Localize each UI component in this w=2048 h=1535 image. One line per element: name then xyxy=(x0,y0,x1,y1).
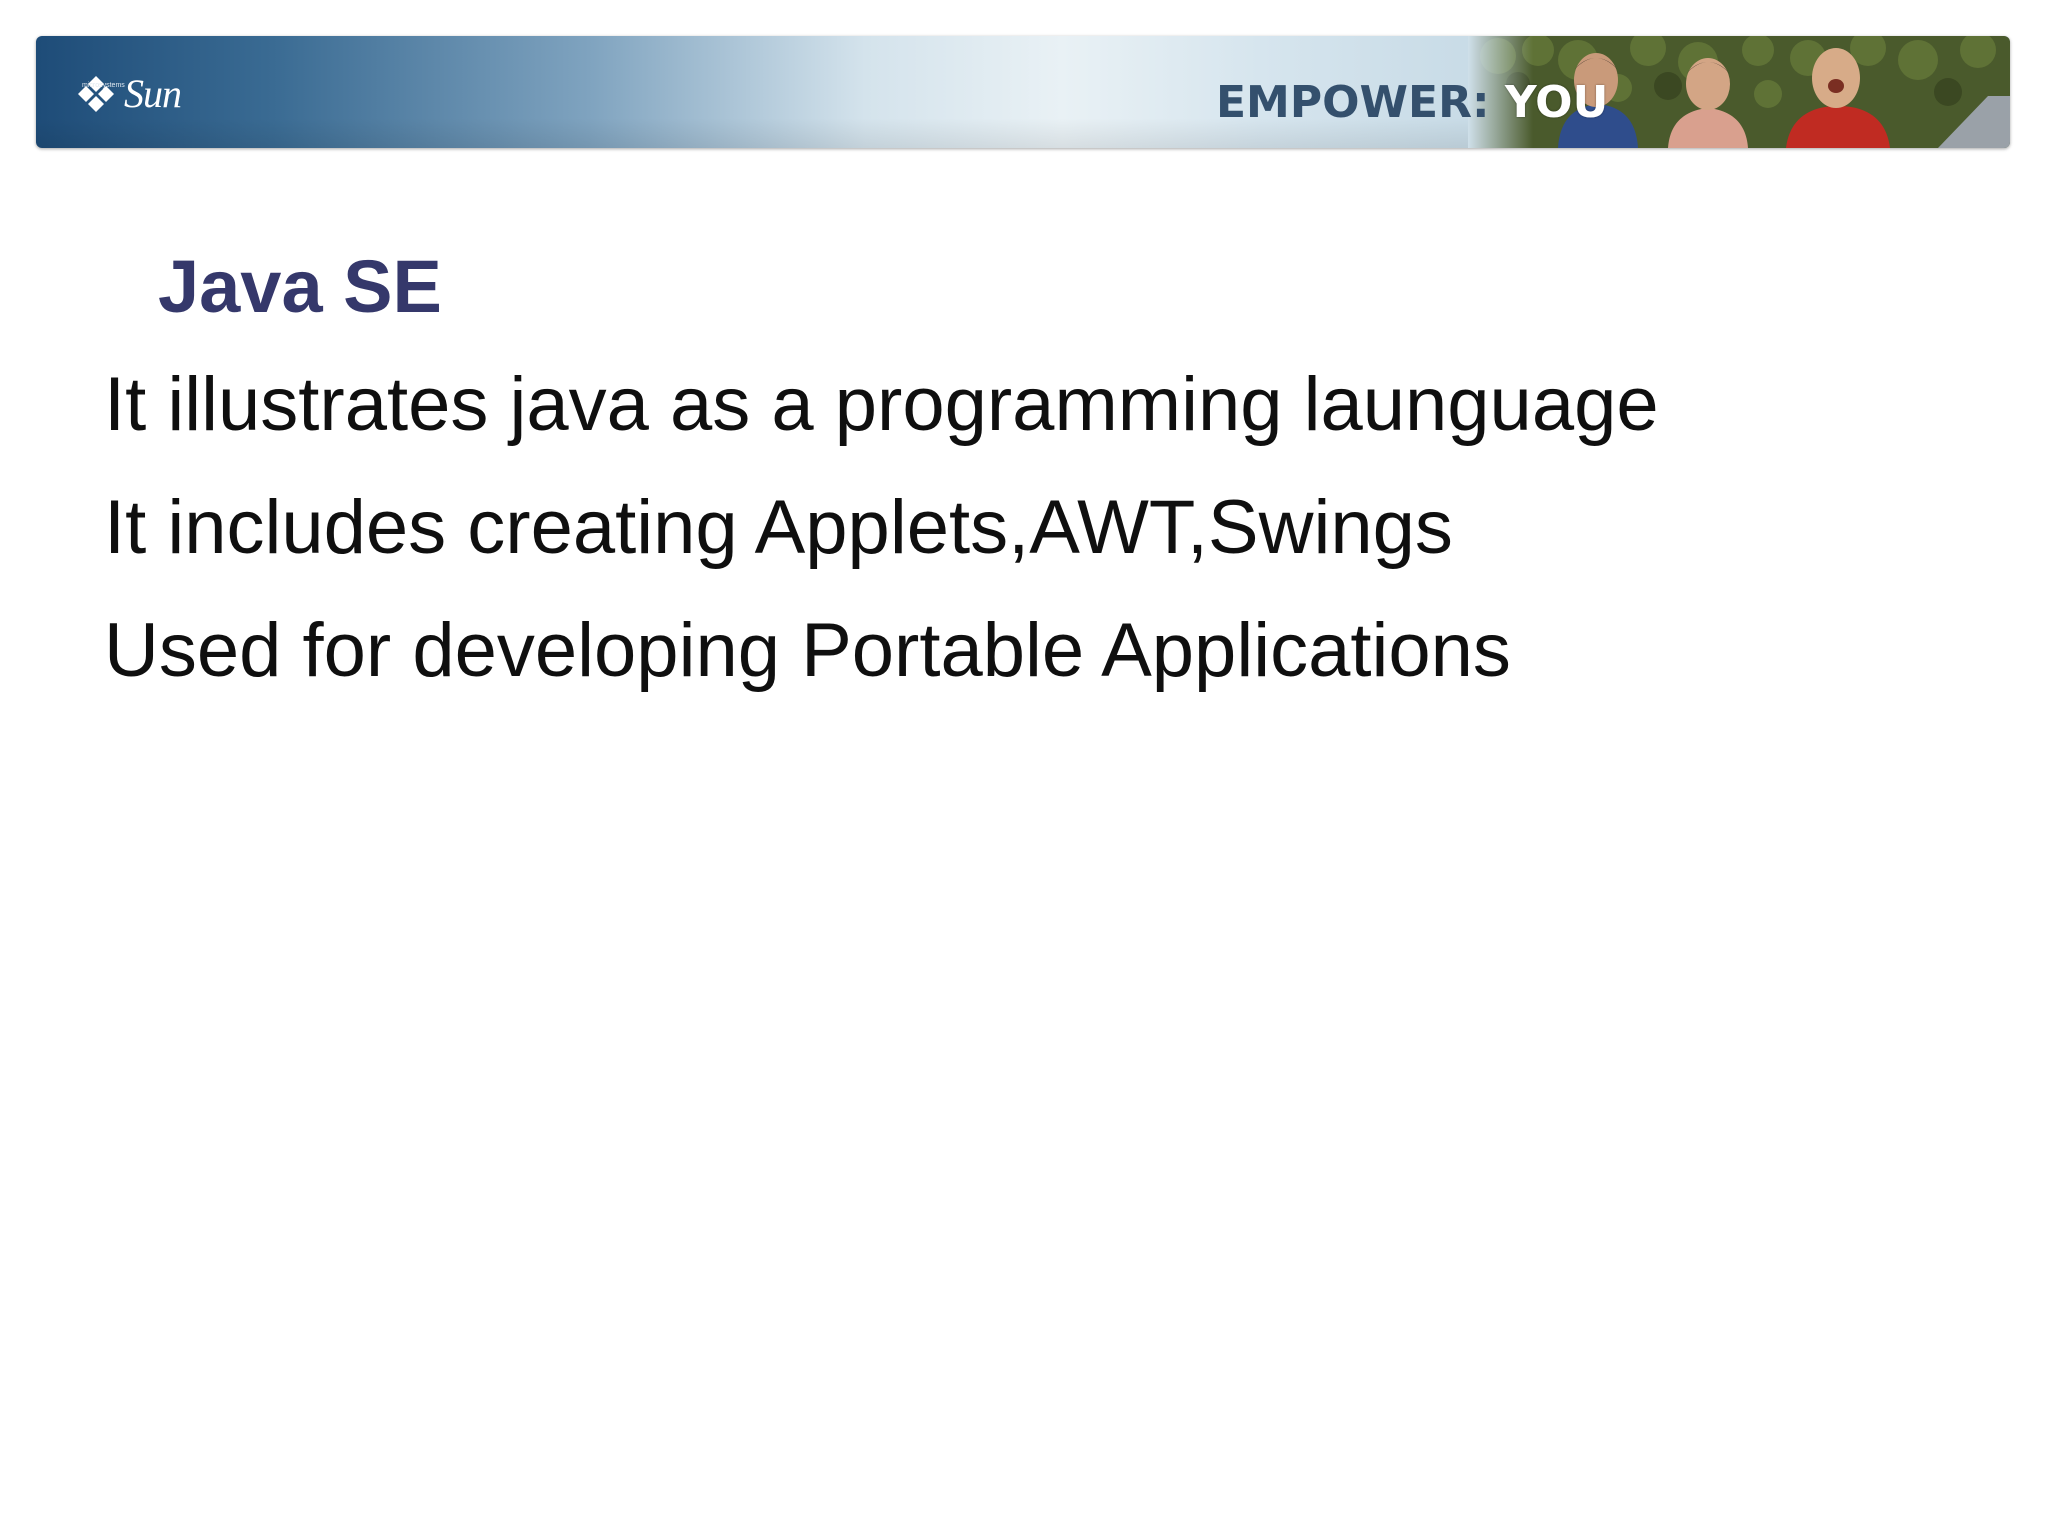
bullet-item: Used for developing Portable Application… xyxy=(104,608,1511,693)
sun-diamond-icon xyxy=(78,76,114,112)
tagline-highlight: YOU xyxy=(1504,77,1609,128)
slide-title: Java SE xyxy=(158,245,442,328)
empower-tagline: EMPOWER: YOU xyxy=(1216,78,1608,128)
bullet-item: It illustrates java as a programming lau… xyxy=(104,362,1659,447)
sun-logo: Sun xyxy=(74,71,182,116)
logo-wordmark: Sun xyxy=(124,71,182,116)
logo-tagline: microsystems xyxy=(82,82,125,89)
bullet-list: It illustrates java as a programming lau… xyxy=(104,362,1659,731)
bullet-item: It includes creating Applets,AWT,Swings xyxy=(104,485,1453,570)
tagline-prefix: EMPOWER: xyxy=(1216,77,1490,128)
header-banner: Sun microsystems EMPOWER: YOU xyxy=(36,36,2010,148)
